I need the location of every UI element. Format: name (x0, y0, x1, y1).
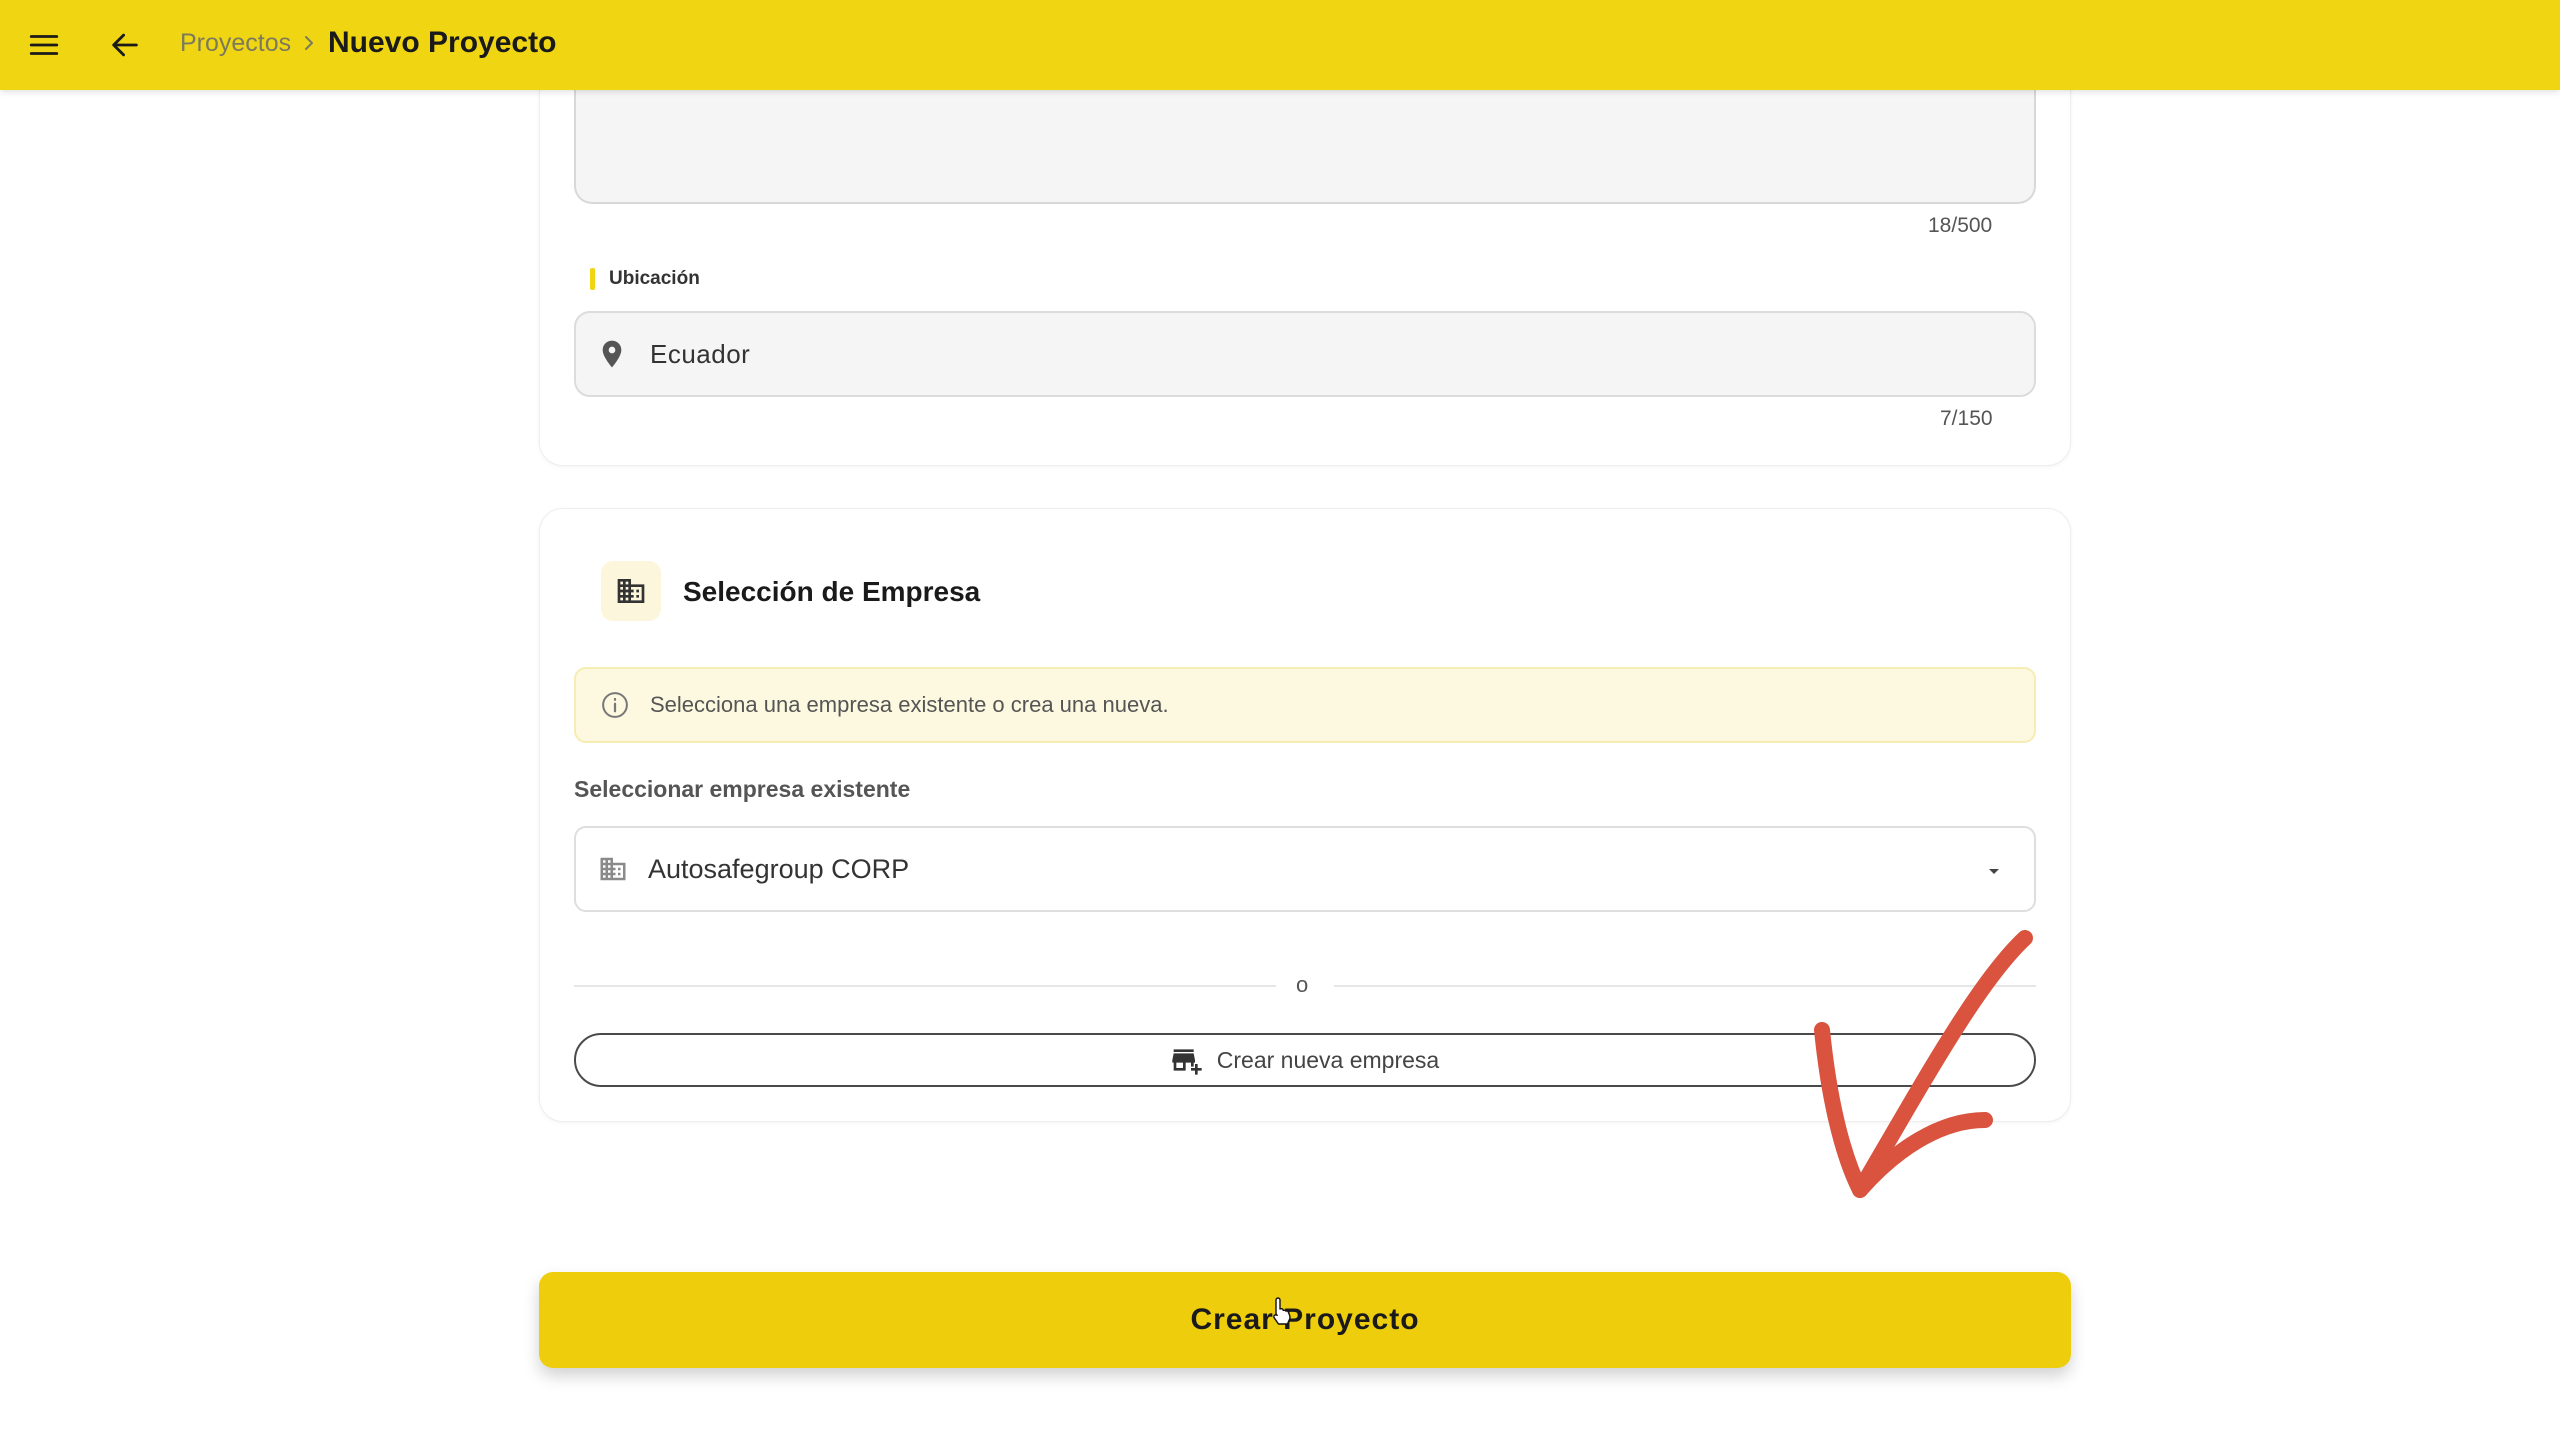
page-title: Nuevo Proyecto (328, 26, 557, 59)
divider-or-text: o (1296, 972, 1309, 997)
info-icon (602, 692, 628, 718)
business-icon (617, 579, 645, 603)
section-title: Selección de Empresa (683, 576, 981, 607)
hamburger-menu-icon (29, 35, 59, 55)
location-input[interactable]: Ecuador (574, 311, 2036, 397)
description-char-counter: 18/500 (1928, 214, 1993, 237)
create-company-label: Crear nueva empresa (1216, 1046, 1440, 1073)
location-char-counter: 7/150 (1940, 407, 1993, 430)
select-company-label: Seleccionar empresa existente (574, 776, 911, 802)
location-value: Ecuador (650, 338, 751, 369)
arrow-back-icon (112, 33, 138, 57)
chevron-right-icon (305, 36, 313, 50)
back-button[interactable] (97, 17, 153, 73)
dropdown-caret-icon (1989, 869, 1999, 874)
company-select[interactable]: Autosafegroup CORP (574, 826, 2036, 912)
create-company-button[interactable]: Crear nueva empresa (574, 1033, 2036, 1087)
menu-button[interactable] (16, 17, 72, 73)
divider-line-left (574, 985, 1276, 987)
label-accent-bar (590, 268, 595, 290)
section-icon-container (601, 561, 661, 621)
info-text: Selecciona una empresa existente o crea … (650, 692, 1169, 717)
selected-company-value: Autosafegroup CORP (648, 853, 910, 884)
add-business-icon (1172, 1049, 1202, 1075)
info-banner: Selecciona una empresa existente o crea … (574, 667, 2036, 743)
breadcrumb-parent[interactable]: Proyectos (180, 29, 291, 58)
app-bar: Proyectos Nuevo Proyecto (0, 0, 2560, 90)
location-label-text: Ubicación (609, 268, 700, 289)
create-project-button[interactable]: Crear Proyecto (539, 1272, 2071, 1368)
location-label: Ubicación (590, 268, 700, 290)
business-icon (600, 857, 626, 881)
divider-line-right (1334, 985, 2036, 987)
create-project-label: Crear Proyecto (1190, 1303, 1420, 1336)
location-pin-icon (602, 340, 622, 368)
